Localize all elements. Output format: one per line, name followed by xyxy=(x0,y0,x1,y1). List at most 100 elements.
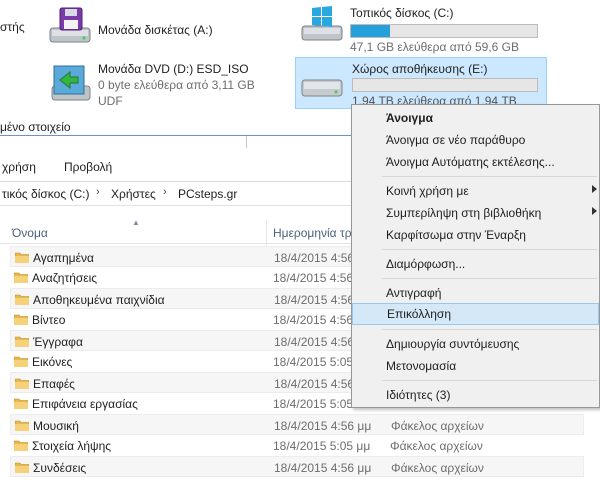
menu-rename[interactable]: Μετονομασία xyxy=(352,355,599,377)
menu-include-in-library-label: Συμπερίληψη στη βιβλιοθήκη xyxy=(386,206,542,220)
menu-format-label: Διαμόρφωση... xyxy=(386,257,466,271)
folder-icon xyxy=(14,272,28,283)
submenu-arrow-icon xyxy=(592,185,597,193)
file-name: Συνδέσεις xyxy=(33,461,87,475)
submenu-arrow-icon xyxy=(592,207,597,215)
breadcrumb-pcsteps[interactable]: PCsteps.gr xyxy=(178,187,237,201)
menu-separator xyxy=(382,249,597,250)
folder-icon xyxy=(14,314,28,325)
folder-icon xyxy=(15,378,29,389)
local-disk-c-usage-bar xyxy=(350,24,538,38)
local-disk-c-name: Τοπικός δίσκος (C:) xyxy=(350,6,454,20)
menu-pin-to-start-label: Καρφίτσωμα στην Έναρξη xyxy=(386,228,526,242)
floppy-drive-name: Μονάδα δισκέτας (A:) xyxy=(98,23,213,37)
folder-icon xyxy=(15,252,29,263)
dvd-drive[interactable]: Μονάδα DVD (D:) ESD_ISO 0 byte ελεύθερα … xyxy=(46,60,286,110)
file-date: 18/4/2015 4:56 xyxy=(274,251,355,265)
file-date: 18/4/2015 4:56 xyxy=(274,335,355,349)
breadcrumb-local-disk[interactable]: τικός δίσκος (C:) xyxy=(2,187,89,201)
floppy-drive-icon xyxy=(49,7,91,43)
menu-properties-label: Ιδιότητες (3) xyxy=(386,388,451,402)
menu-open-new-window[interactable]: Άνοιγμα σε νέο παράθυρο xyxy=(352,129,599,151)
windows-drive-icon xyxy=(301,6,343,41)
file-date: 18/4/2015 4:56 xyxy=(274,377,355,391)
file-name: Αναζητήσεις xyxy=(32,271,98,285)
menu-copy-label: Αντιγραφή xyxy=(386,286,442,300)
menu-open-new-window-label: Άνοιγμα σε νέο παράθυρο xyxy=(386,133,526,147)
menu-rename-label: Μετονομασία xyxy=(386,359,457,373)
tab-share[interactable]: χρήση xyxy=(2,160,36,174)
folder-icon xyxy=(15,294,29,305)
file-name: Βίντεο xyxy=(32,313,66,327)
file-name: Στοιχεία λήψης xyxy=(32,439,112,453)
storage-space-e[interactable]: Χώρος αποθήκευσης (E:) 1,94 TB ελεύθερα … xyxy=(295,57,547,109)
menu-open[interactable]: Άνοιγμα xyxy=(352,107,599,129)
file-name: Αποθηκευμένα παιχνίδια xyxy=(33,293,165,307)
chevron-right-icon[interactable]: › xyxy=(96,186,100,198)
file-date: 18/4/2015 5:05 xyxy=(273,397,354,411)
drives-pane: στής Μονάδα δισκέτας (A:) Μονάδα DVD (D:… xyxy=(0,0,600,118)
local-disk-c-usage-fill xyxy=(351,25,391,37)
folder-icon xyxy=(14,440,28,451)
column-date[interactable]: Ημερομηνία τρ xyxy=(273,226,352,240)
file-type: Φάκελος αρχείων xyxy=(391,419,484,433)
file-type: Φάκελος αρχείων xyxy=(390,439,483,453)
menu-create-shortcut[interactable]: Δημιουργία συντόμευσης xyxy=(352,333,599,355)
file-date: 18/4/2015 4:56 xyxy=(273,271,354,285)
tab-view[interactable]: Προβολή xyxy=(64,160,112,174)
local-disk-c-space: 47,1 GB ελεύθερα από 59,6 GB xyxy=(350,40,519,54)
floppy-drive[interactable]: Μονάδα δισκέτας (A:) xyxy=(46,6,266,52)
dvd-drive-icon xyxy=(51,65,91,101)
file-date: 18/4/2015 4:56 xyxy=(274,293,355,307)
table-row[interactable]: Στοιχεία λήψης 18/4/2015 5:05 μμ Φάκελος α… xyxy=(10,435,584,456)
menu-include-in-library[interactable]: Συμπερίληψη στη βιβλιοθήκη xyxy=(352,202,599,224)
folder-icon xyxy=(15,420,29,431)
menu-paste[interactable]: Επικόλληση xyxy=(352,303,599,325)
file-name: Αγαπημένα xyxy=(33,251,94,265)
file-date: 18/4/2015 4:56 xyxy=(273,313,354,327)
file-name: Μουσική xyxy=(33,419,79,433)
menu-separator xyxy=(382,380,597,381)
sort-up-icon: ▲ xyxy=(132,218,140,227)
file-date: 18/4/2015 4:56 μμ xyxy=(274,461,372,475)
menu-paste-label: Επικόλληση xyxy=(387,307,452,321)
file-name: Εικόνες xyxy=(32,355,73,369)
menu-copy[interactable]: Αντιγραφή xyxy=(352,282,599,304)
menu-properties[interactable]: Ιδιότητες (3) xyxy=(352,384,599,406)
file-date: 18/4/2015 5:05 xyxy=(273,355,354,369)
menu-separator xyxy=(382,278,597,279)
file-type: Φάκελος αρχείων xyxy=(391,461,484,475)
menu-share-with[interactable]: Κοινή χρήση με xyxy=(352,180,599,202)
table-row[interactable]: Συνδέσεις 18/4/2015 4:56 μμ Φάκελος αρχείω… xyxy=(10,456,584,477)
table-row[interactable]: Μουσική 18/4/2015 4:56 μμ Φάκελος αρχείων xyxy=(10,414,584,435)
column-divider[interactable] xyxy=(266,220,267,246)
folder-icon xyxy=(15,336,29,347)
context-menu: Άνοιγμα Άνοιγμα σε νέο παράθυρο Άνοιγμα … xyxy=(351,104,600,408)
hard-drive-icon xyxy=(301,79,343,97)
file-name: Επιφάνεια εργασίας xyxy=(32,397,138,411)
storage-space-e-name: Χώρος αποθήκευσης (E:) xyxy=(352,62,488,76)
breadcrumb-users[interactable]: Χρήστες xyxy=(111,187,156,201)
menu-separator xyxy=(382,329,597,330)
dvd-drive-filesystem: UDF xyxy=(98,94,123,108)
menu-pin-to-start[interactable]: Καρφίτσωμα στην Έναρξη xyxy=(352,224,599,246)
local-disk-c[interactable]: Τοπικός δίσκος (C:) 47,1 GB ελεύθερα από… xyxy=(298,4,548,54)
menu-open-label: Άνοιγμα xyxy=(386,111,433,125)
file-name: Έγγραφα xyxy=(33,335,83,349)
truncated-label: στής xyxy=(0,20,25,34)
file-date: 18/4/2015 5:05 μμ xyxy=(273,439,371,453)
menu-format[interactable]: Διαμόρφωση... xyxy=(352,253,599,275)
menu-share-with-label: Κοινή χρήση με xyxy=(386,184,469,198)
folder-icon xyxy=(14,356,28,367)
dvd-drive-space: 0 byte ελεύθερα από 3,11 GB xyxy=(98,78,255,92)
folder-icon xyxy=(15,462,29,473)
column-name[interactable]: Όνομα xyxy=(12,226,48,240)
selection-status: μένο στοιχείο xyxy=(0,120,71,134)
toolbar-divider xyxy=(246,136,247,148)
menu-open-autoplay[interactable]: Άνοιγμα Αυτόματης εκτέλεσης... xyxy=(352,151,599,173)
menu-open-autoplay-label: Άνοιγμα Αυτόματης εκτέλεσης... xyxy=(386,155,555,169)
folder-icon xyxy=(14,398,28,409)
file-name: Επαφές xyxy=(33,377,75,391)
chevron-right-icon[interactable]: › xyxy=(163,186,167,198)
storage-space-e-usage-bar xyxy=(352,78,538,92)
